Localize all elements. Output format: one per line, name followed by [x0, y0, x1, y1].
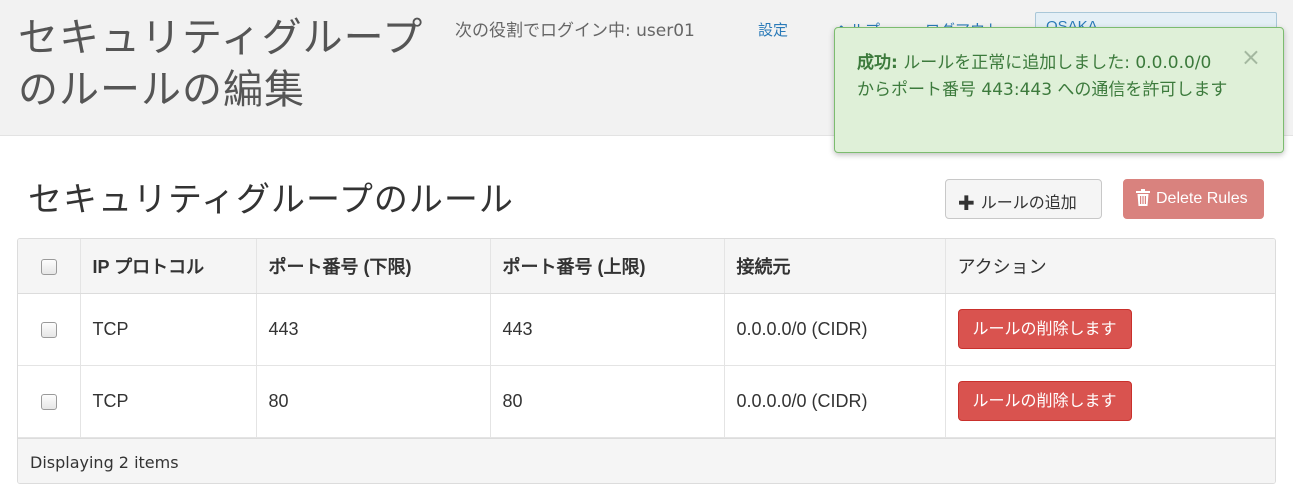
delete-rule-button[interactable]: ルールの削除します [957, 309, 1132, 349]
rules-table: IP プロトコル ポート番号 (下限) ポート番号 (上限) 接続元 アクション… [17, 238, 1276, 484]
cell-port-max: 80 [490, 365, 725, 438]
plus-icon: ✚ [958, 191, 975, 215]
username: user01 [636, 21, 695, 41]
login-prefix: 次の役割でログイン中: [455, 21, 631, 41]
table-footer: Displaying 2 items [18, 437, 1275, 483]
success-alert: 成功: ルールを正常に追加しました: 0.0.0.0/0 からポート番号 443… [834, 27, 1284, 153]
alert-message: ルールを正常に追加しました: 0.0.0.0/0 からポート番号 443:443… [857, 53, 1228, 100]
section-title: セキュリティグループのルール [28, 180, 514, 220]
row-select-cell [18, 293, 81, 366]
select-all-cell [18, 239, 81, 294]
col-port-max[interactable]: ポート番号 (上限) [490, 239, 725, 294]
settings-link[interactable]: 設定 [758, 19, 788, 40]
delete-rules-button[interactable]: Delete Rules [1123, 179, 1264, 219]
col-protocol[interactable]: IP プロトコル [80, 239, 257, 294]
cell-protocol: TCP [80, 365, 257, 438]
add-rule-label: ルールの追加 [980, 193, 1077, 212]
cell-action: ルールの削除します [945, 293, 1275, 366]
cell-port-min: 80 [256, 365, 491, 438]
col-actions: アクション [945, 239, 1275, 294]
delete-rule-button[interactable]: ルールの削除します [957, 381, 1132, 421]
row-select-cell [18, 365, 81, 438]
login-info: 次の役割でログイン中: user01 [455, 16, 695, 41]
row-checkbox[interactable] [40, 321, 57, 338]
col-port-min[interactable]: ポート番号 (下限) [256, 239, 491, 294]
col-source[interactable]: 接続元 [724, 239, 946, 294]
page-title: セキュリティグループのルールの編集 [18, 15, 424, 113]
table-header-row: IP プロトコル ポート番号 (下限) ポート番号 (上限) 接続元 アクション [18, 239, 1275, 294]
add-rule-button[interactable]: ✚ ルールの追加 [945, 179, 1102, 219]
cell-port-min: 443 [256, 293, 491, 366]
cell-protocol: TCP [80, 293, 257, 366]
close-icon[interactable]: × [1241, 44, 1261, 71]
trash-icon [1136, 189, 1150, 206]
cell-source: 0.0.0.0/0 (CIDR) [724, 293, 946, 366]
alert-label: 成功: [857, 53, 898, 73]
delete-rules-label: Delete Rules [1156, 190, 1248, 207]
cell-action: ルールの削除します [945, 365, 1275, 438]
row-checkbox[interactable] [40, 393, 57, 410]
table-row: TCP 443 443 0.0.0.0/0 (CIDR) ルールの削除します [18, 293, 1275, 366]
select-all-checkbox[interactable] [40, 258, 57, 275]
cell-source: 0.0.0.0/0 (CIDR) [724, 365, 946, 438]
cell-port-max: 443 [490, 293, 725, 366]
table-row: TCP 80 80 0.0.0.0/0 (CIDR) ルールの削除します [18, 365, 1275, 438]
